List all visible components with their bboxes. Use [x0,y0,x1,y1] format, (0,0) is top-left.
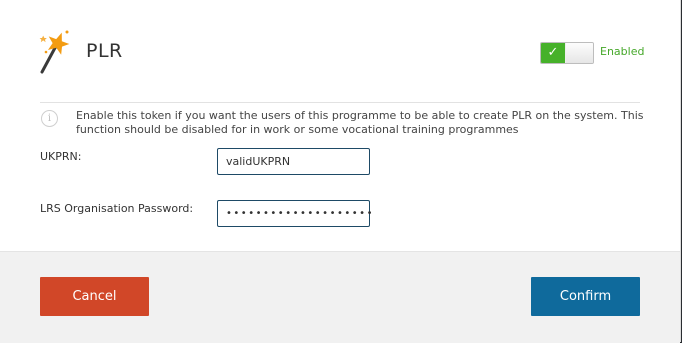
lrs-password-label: LRS Organisation Password: [40,202,194,215]
toggle-state-label: Enabled [600,45,645,58]
info-text: Enable this token if you want the users … [76,109,644,136]
plr-token-dialog: PLR ✓ Enabled i Enable this token if you… [0,0,681,343]
toggle-check-icon: ✓ [541,43,565,63]
info-icon: i [41,110,58,127]
magic-wand-icon [39,30,70,74]
ukprn-label: UKPRN: [40,150,82,163]
dialog-title: PLR [86,40,123,62]
enabled-toggle[interactable]: ✓ [540,42,594,64]
confirm-button[interactable]: Confirm [531,277,640,316]
toggle-knob[interactable] [566,43,593,63]
cancel-button[interactable]: Cancel [40,277,149,316]
ukprn-input[interactable]: validUKPRN [217,148,370,175]
lrs-password-input[interactable]: •••••••••••••••••••• [217,200,372,227]
header-divider [40,102,640,103]
